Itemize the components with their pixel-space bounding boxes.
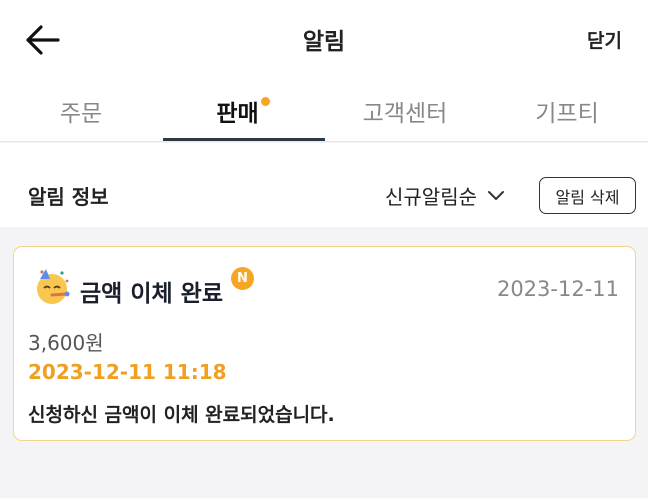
- new-dot-indicator: [260, 96, 270, 106]
- new-badge: N: [231, 267, 254, 290]
- tab-label: 기프티: [535, 101, 599, 127]
- active-tab-indicator: [163, 138, 325, 141]
- page-title: 알림: [302, 29, 346, 55]
- notification-date: 2023-12-11: [496, 277, 619, 301]
- tab-customer-center[interactable]: 고객센터: [324, 80, 486, 142]
- close-button[interactable]: 닫기: [587, 26, 622, 53]
- back-button[interactable]: [22, 22, 62, 58]
- tab-label: 판매: [216, 101, 259, 127]
- filter-bar: 알림 정보 신규알림순 알림 삭제: [0, 143, 648, 227]
- top-bar: 알림 닫기: [0, 0, 648, 80]
- arrow-left-icon: [26, 25, 60, 55]
- sort-dropdown[interactable]: 신규알림순: [385, 181, 505, 210]
- notification-card[interactable]: 금액 이체 완료 N 2023-12-11 3,600원 2023-12-11 …: [13, 246, 636, 441]
- tab-gifty[interactable]: 기프티: [486, 80, 648, 142]
- delete-notifications-button[interactable]: 알림 삭제: [539, 177, 636, 214]
- section-title: 알림 정보: [28, 185, 109, 209]
- tab-label: 고객센터: [362, 101, 448, 127]
- tab-sales[interactable]: 판매: [162, 80, 324, 142]
- sort-label: 신규알림순: [385, 185, 477, 209]
- notification-message: 신청하신 금액이 이체 완료되었습니다.: [28, 404, 335, 426]
- tab-bar: 주문 판매 고객센터 기프티: [0, 80, 648, 142]
- party-face-icon: [37, 269, 70, 304]
- notification-amount: 3,600원: [28, 331, 104, 355]
- chevron-down-icon: [488, 190, 504, 200]
- notification-title: 금액 이체 완료: [80, 281, 223, 307]
- notification-datetime: 2023-12-11 11:18: [28, 360, 227, 384]
- tab-label: 주문: [59, 101, 103, 127]
- tab-order[interactable]: 주문: [0, 80, 162, 142]
